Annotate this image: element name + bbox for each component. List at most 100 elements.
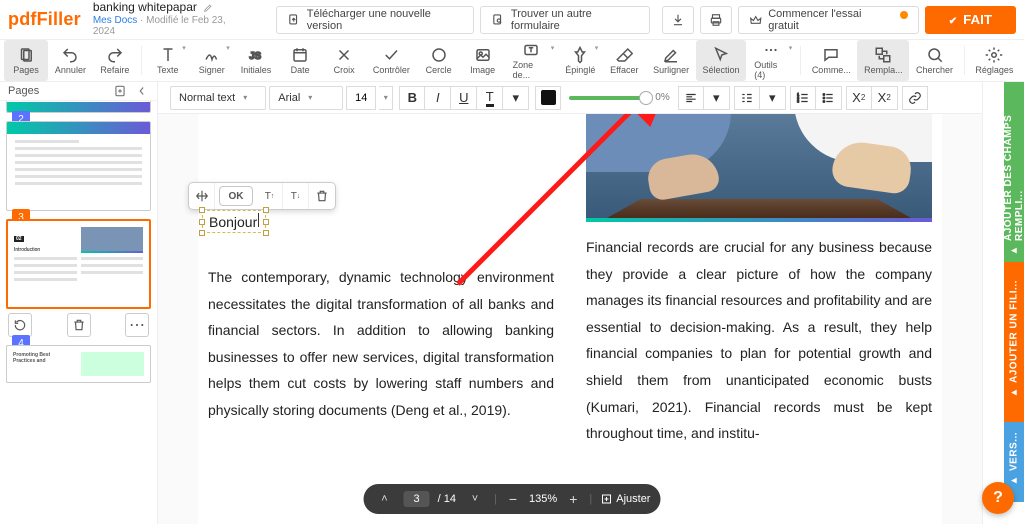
font-size-dropdown[interactable]: ▾ [379, 86, 393, 110]
text-decrease-button[interactable]: T↓ [283, 183, 309, 209]
italic-button[interactable]: I [425, 86, 451, 110]
page-more-button[interactable]: ⋯ [125, 313, 149, 337]
line-spacing-icon [740, 91, 754, 105]
page-current[interactable]: 3 [414, 493, 420, 505]
zoom-in-button[interactable]: + [565, 491, 581, 507]
textbox-ok-button[interactable]: OK [219, 186, 253, 206]
more-icon [762, 41, 780, 59]
document-title: banking whitepapar [93, 1, 197, 15]
line-spacing-button[interactable] [734, 86, 760, 110]
text-input-box[interactable]: Bonjour [202, 210, 266, 233]
undo-tool[interactable]: Annuler [48, 40, 93, 81]
mydocs-link[interactable]: Mes Docs [93, 15, 137, 26]
notification-dot [900, 11, 908, 19]
select-icon [712, 46, 730, 64]
document-meta: Mes Docs · Modifié le Feb 23, 2024 [93, 15, 245, 38]
page-thumb-3[interactable]: 3 02Introduction ⋯ [6, 219, 151, 337]
textbox-delete-button[interactable] [309, 183, 335, 209]
rotate-page-button[interactable] [8, 313, 32, 337]
done-button[interactable]: FAIT [925, 6, 1016, 34]
settings-tool[interactable]: Réglages [969, 40, 1020, 81]
comment-tool[interactable]: Comme... [805, 40, 857, 81]
sub-button[interactable]: X2 [872, 86, 898, 110]
link-icon [908, 91, 922, 105]
opacity-slider[interactable]: 0% [569, 92, 669, 103]
image-tool[interactable]: Image [461, 40, 505, 81]
page-thumb-4[interactable]: 4 Promoting BestPractices and [6, 345, 151, 383]
bold-button[interactable]: B [399, 86, 425, 110]
pages-icon [17, 46, 35, 64]
search-icon [926, 46, 944, 64]
start-trial-button[interactable]: Commencer l'essai gratuit [738, 6, 919, 34]
search-tool[interactable]: Chercher [909, 40, 959, 81]
select-tool[interactable]: Sélection [696, 40, 746, 81]
pin-icon [571, 46, 589, 64]
initials-tool[interactable]: JSInitiales [234, 40, 278, 81]
rail-add-fields[interactable]: ▸ AJOUTER DES CHAMPS REMPLI... [1004, 82, 1024, 262]
link-button[interactable] [902, 86, 928, 110]
pin-tool[interactable]: Épinglé▾ [558, 40, 602, 81]
gear-icon [985, 46, 1003, 64]
pages-tool[interactable]: Pages [4, 40, 48, 81]
text-tool[interactable]: Texte▾ [146, 40, 190, 81]
rail-add-watermark[interactable]: ▸ AJOUTER UN FILI... [1004, 262, 1024, 422]
cross-icon [335, 46, 353, 64]
find-form-button[interactable]: Trouver un autre formulaire [480, 6, 649, 34]
download-button[interactable] [662, 6, 694, 34]
zoom-out-button[interactable]: − [505, 491, 521, 507]
delete-page-button[interactable] [67, 313, 91, 337]
tools-more[interactable]: Outils (4)▾ [746, 40, 796, 81]
page-thumb-2[interactable]: 2 [6, 121, 151, 211]
comment-icon [822, 46, 840, 64]
text-color-button[interactable]: T [477, 86, 503, 110]
align-drop[interactable]: ▾ [704, 86, 730, 110]
sup-button[interactable]: X2 [846, 86, 872, 110]
prev-page-button[interactable]: ˄ [374, 488, 396, 510]
help-button[interactable]: ? [982, 482, 1014, 514]
date-icon [291, 46, 309, 64]
print-icon [709, 13, 723, 27]
check-tool[interactable]: Contrôler [366, 40, 416, 81]
spacing-drop[interactable]: ▾ [760, 86, 786, 110]
text-icon [159, 46, 177, 64]
align-left-button[interactable] [678, 86, 704, 110]
text-color-dropdown[interactable]: ▾ [503, 86, 529, 110]
sign-icon [203, 46, 221, 64]
highlight-icon [662, 46, 680, 64]
cross-tool[interactable]: Croix [322, 40, 366, 81]
pages-panel-label: Pages [8, 85, 39, 97]
text-increase-button[interactable]: T↑ [257, 183, 283, 209]
right-gutter [982, 82, 1004, 524]
redo-tool[interactable]: Refaire [93, 40, 137, 81]
font-size-input[interactable]: 14 [346, 86, 376, 110]
page-total: / 14 [438, 493, 456, 505]
text-style-select[interactable]: Normal text▾ [170, 86, 266, 110]
date-tool[interactable]: Date [278, 40, 322, 81]
highlight-tool[interactable]: Surligner [646, 40, 696, 81]
add-page-icon[interactable] [113, 84, 127, 98]
erase-tool[interactable]: Effacer [602, 40, 646, 81]
collapse-icon[interactable] [135, 84, 149, 98]
download-icon [671, 13, 685, 27]
swatch-button[interactable] [535, 86, 561, 110]
list-bullet-button[interactable] [816, 86, 842, 110]
textzone-tool[interactable]: Zone de...▾ [505, 40, 559, 81]
trash-icon [72, 318, 86, 332]
replace-tool[interactable]: Rempla... [857, 40, 909, 81]
upload-icon [287, 13, 300, 27]
logo[interactable]: pdfFiller [8, 9, 81, 30]
font-select[interactable]: Arial▾ [269, 86, 343, 110]
fit-button[interactable]: Ajuster [600, 493, 650, 505]
fit-icon [600, 493, 612, 505]
sign-tool[interactable]: Signer▾ [190, 40, 234, 81]
move-handle[interactable] [189, 183, 215, 209]
pencil-icon[interactable] [203, 3, 213, 13]
svg-text:JS: JS [249, 51, 261, 62]
print-button[interactable] [700, 6, 732, 34]
circle-tool[interactable]: Cercle [417, 40, 461, 81]
next-page-button[interactable]: ˅ [464, 488, 486, 510]
upload-version-button[interactable]: Télécharger une nouvelle version [276, 6, 474, 34]
underline-button[interactable]: U [451, 86, 477, 110]
list-num-button[interactable]: 123 [790, 86, 816, 110]
replace-icon [874, 46, 892, 64]
